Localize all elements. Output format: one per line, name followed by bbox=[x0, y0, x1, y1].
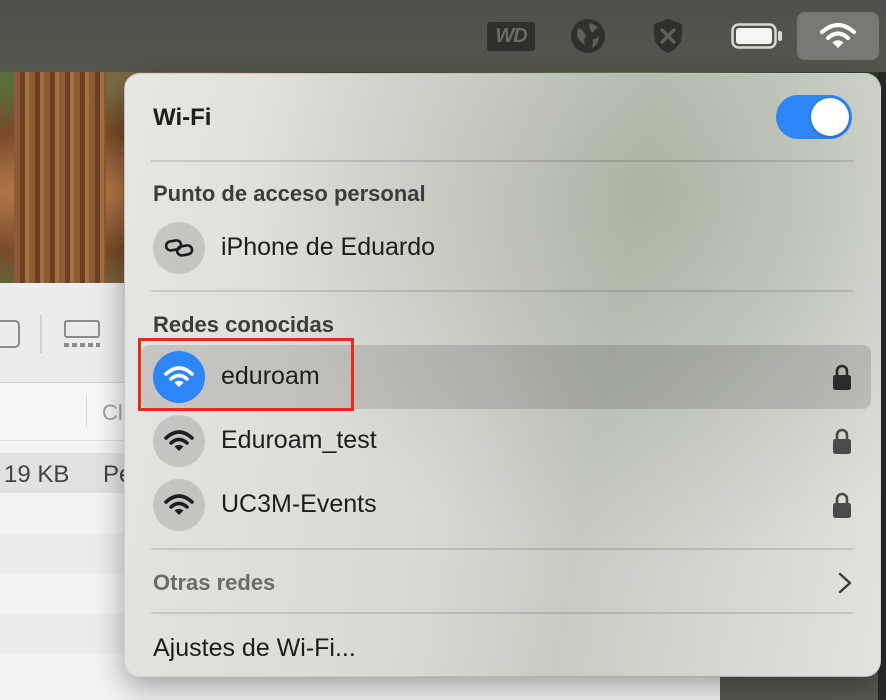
network-name: UC3M-Events bbox=[221, 490, 377, 518]
battery-icon[interactable] bbox=[728, 0, 786, 72]
globe-icon[interactable] bbox=[566, 0, 610, 72]
wd-label: WD bbox=[487, 21, 535, 51]
divider bbox=[151, 612, 853, 614]
column-separator bbox=[86, 395, 87, 427]
wallpaper-tree-trunk bbox=[14, 72, 106, 292]
network-item-eduroam-test[interactable]: Eduroam_test bbox=[141, 409, 871, 473]
wifi-icon bbox=[153, 415, 205, 467]
wifi-status-icon[interactable] bbox=[797, 12, 879, 60]
lock-icon bbox=[833, 364, 851, 390]
network-item-uc3m-events[interactable]: UC3M-Events bbox=[141, 473, 871, 537]
file-size: 19 KB bbox=[4, 461, 70, 488]
wd-drive-icon[interactable]: WD bbox=[487, 0, 535, 72]
chevron-right-icon[interactable] bbox=[837, 571, 853, 595]
hotspot-section-header: Punto de acceso personal bbox=[153, 181, 426, 206]
lock-icon bbox=[833, 428, 851, 454]
wifi-icon bbox=[153, 479, 205, 531]
known-networks-header: Redes conocidas bbox=[153, 312, 334, 337]
menu-bar: WD bbox=[0, 0, 886, 72]
link-icon bbox=[153, 222, 205, 274]
column-header-label[interactable]: Cl bbox=[102, 400, 123, 426]
toggle-knob bbox=[811, 98, 849, 136]
hotspot-label: iPhone de Eduardo bbox=[221, 233, 436, 261]
highlight-annotation bbox=[138, 338, 354, 411]
toolbar-separator bbox=[40, 315, 42, 353]
divider bbox=[151, 160, 853, 162]
network-name: Eduroam_test bbox=[221, 426, 377, 454]
wifi-toggle[interactable] bbox=[776, 95, 852, 139]
panel-title: Wi-Fi bbox=[153, 104, 212, 131]
wifi-settings-item[interactable]: Ajustes de Wi-Fi... bbox=[153, 634, 356, 663]
divider bbox=[151, 290, 853, 292]
divider bbox=[151, 548, 853, 550]
sidebar-toggle-icon[interactable] bbox=[0, 320, 20, 348]
lock-icon bbox=[833, 492, 851, 518]
hotspot-item[interactable]: iPhone de Eduardo bbox=[141, 216, 871, 280]
other-networks-item[interactable]: Otras redes bbox=[153, 570, 275, 596]
gallery-view-icon[interactable] bbox=[62, 320, 102, 350]
shield-x-icon[interactable] bbox=[646, 0, 690, 72]
